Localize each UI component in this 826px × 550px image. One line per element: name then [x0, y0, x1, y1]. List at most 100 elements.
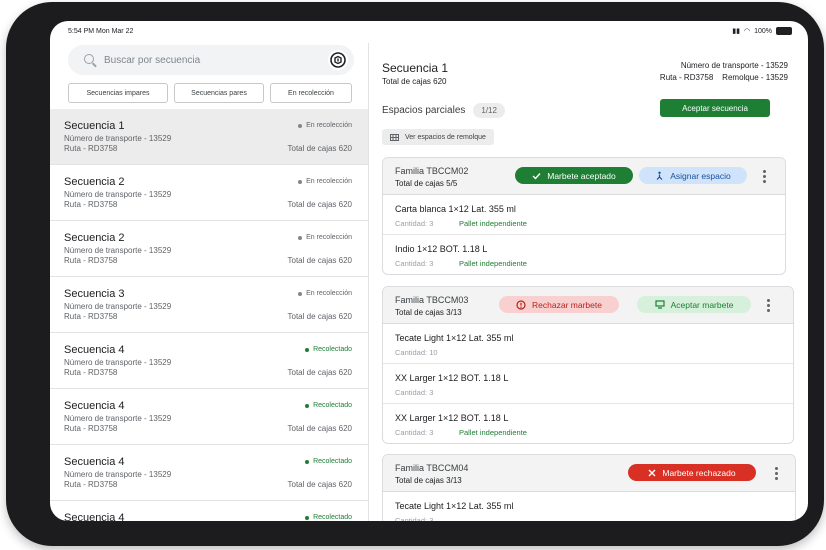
status-label: En recolección — [306, 178, 352, 185]
sequence-list-pane: Secuencias impares Secuencias pares En r… — [50, 43, 369, 521]
family-action-button[interactable]: Aceptar marbete — [637, 296, 751, 313]
family-card-header: Familia TBCCM02 Total de cajas 5/5 Marbete… — [383, 158, 785, 195]
sequence-transport: Número de transporte - 13529 — [64, 470, 172, 479]
status-dot-icon — [305, 403, 310, 408]
sequence-route: Ruta - RD3758 — [64, 200, 118, 209]
sequence-transport: Número de transporte - 13529 — [64, 414, 172, 423]
family-card-header: Familia TBCCM03 Total de cajas 3/13 Rechaz… — [383, 287, 793, 324]
status-time: 5:54 PM Mon Mar 22 — [68, 28, 134, 35]
status-label: En recolección — [306, 234, 352, 241]
family-action-button[interactable]: Marbete aceptado — [515, 167, 633, 184]
family-card: Familia TBCCM03 Total de cajas 3/13 Rechaz… — [382, 286, 794, 444]
sequence-total: Total de cajas 620 — [287, 312, 353, 321]
more-options-icon[interactable] — [775, 467, 778, 480]
sequence-list-item[interactable]: Secuencia 4 Número de transporte - 13529 R… — [50, 333, 368, 389]
status-dot-icon — [298, 179, 303, 184]
filter-collecting-button[interactable]: En recolección — [270, 83, 352, 103]
family-card: Familia TBCCM02 Total de cajas 5/5 Marbete… — [382, 157, 786, 275]
more-options-icon[interactable] — [763, 170, 766, 183]
battery-icon — [776, 27, 792, 35]
partial-spaces-label: Espacios parciales — [382, 105, 466, 116]
status-bar: 5:54 PM Mon Mar 22 ▮▮ ◠ 100% — [50, 21, 808, 43]
sequence-transport: Número de transporte - 13529 — [64, 302, 172, 311]
family-action-button[interactable]: Marbete rechazado — [628, 464, 756, 481]
status-label: Recolectado — [313, 402, 352, 409]
sequence-title: Secuencia 4 — [64, 400, 125, 412]
status-badge: En recolección — [298, 178, 352, 185]
status-badge: Recolectado — [305, 458, 352, 465]
family-card: Familia TBCCM04 Total de cajas 3/13 Marbet… — [382, 454, 796, 521]
product-name: Indio 1×12 BOT. 1.18 L — [395, 244, 488, 254]
family-name: Familia TBCCM03 — [395, 295, 469, 305]
partial-spaces: Espacios parciales 1/12 — [382, 103, 505, 118]
sequence-total: Total de cajas 620 — [287, 200, 353, 209]
product-quantity: Cantidad: 3 — [395, 219, 434, 228]
sequence-route: Ruta - RD3758 — [64, 480, 118, 489]
status-badge: Recolectado — [305, 346, 352, 353]
family-action-label: Aceptar marbete — [670, 299, 734, 310]
sequence-total: Total de cajas 620 — [287, 368, 353, 377]
sequence-transport: Número de transporte - 13529 — [64, 358, 172, 367]
family-total: Total de cajas 5/5 — [395, 179, 458, 188]
sequence-list-item[interactable]: Secuencia 3 Número de transporte - 13529 R… — [50, 277, 368, 333]
sequence-list-item[interactable]: Secuencia 2 Número de transporte - 13529 R… — [50, 165, 368, 221]
independent-pallet-tag: Pallet independiente — [459, 219, 527, 228]
status-label: Recolectado — [313, 514, 352, 521]
family-action-label: Rechazar marbete — [532, 299, 602, 310]
status-badge: Recolectado — [305, 402, 352, 409]
scan-logo-icon[interactable] — [328, 50, 348, 70]
family-card-header: Familia TBCCM04 Total de cajas 3/13 Marbet… — [383, 455, 795, 492]
status-badge: En recolección — [298, 122, 352, 129]
sequence-list-item[interactable]: Secuencia 4 Recolectado — [50, 501, 368, 521]
family-action-label: Marbete rechazado — [662, 467, 736, 478]
status-dot-icon — [305, 515, 310, 520]
status-label: En recolección — [306, 290, 352, 297]
status-badge: En recolección — [298, 290, 352, 297]
independent-pallet-tag: Pallet independiente — [459, 259, 527, 268]
detail-title: Secuencia 1 — [382, 61, 449, 75]
more-options-icon[interactable] — [767, 299, 770, 312]
product-quantity: Cantidad: 3 — [395, 428, 434, 437]
product-row: Tecate Light 1×12 Lat. 355 ml Cantidad: 3 — [383, 492, 795, 521]
product-row: Indio 1×12 BOT. 1.18 L Cantidad: 3 Pallet … — [383, 235, 785, 274]
check-icon — [532, 172, 541, 180]
product-quantity: Cantidad: 10 — [395, 348, 438, 357]
sequence-route: Ruta - RD3758 — [64, 424, 118, 433]
status-badge: En recolección — [298, 234, 352, 241]
sequence-total: Total de cajas 620 — [287, 144, 353, 153]
product-name: XX Larger 1×12 BOT. 1.18 L — [395, 373, 509, 383]
family-action-button[interactable]: Asignar espacio — [639, 167, 747, 184]
status-dot-icon — [298, 291, 303, 296]
sequence-title: Secuencia 3 — [64, 288, 125, 300]
family-action-button[interactable]: Rechazar marbete — [499, 296, 619, 313]
family-action-label: Asignar espacio — [670, 170, 731, 181]
filter-odd-button[interactable]: Secuencias impares — [68, 83, 168, 103]
sequence-title: Secuencia 4 — [64, 344, 125, 356]
family-name: Familia TBCCM04 — [395, 463, 469, 473]
filter-even-button[interactable]: Secuencias pares — [174, 83, 264, 103]
sequence-total: Total de cajas 620 — [287, 256, 353, 265]
sequence-title: Secuencia 1 — [64, 120, 125, 132]
sequence-list-item[interactable]: Secuencia 4 Número de transporte - 13529 R… — [50, 389, 368, 445]
grid-icon — [390, 133, 399, 141]
status-dot-icon — [305, 347, 310, 352]
sequence-list-item[interactable]: Secuencia 2 Número de transporte - 13529 R… — [50, 221, 368, 277]
independent-pallet-tag: Pallet independiente — [459, 428, 527, 437]
sequence-list-item[interactable]: Secuencia 1 Número de transporte - 13529 R… — [50, 109, 368, 165]
search-bar[interactable] — [68, 45, 354, 75]
sequence-title: Secuencia 2 — [64, 232, 125, 244]
view-trailer-spaces-button[interactable]: Ver espacios de remolque — [382, 129, 494, 145]
detail-transport: Número de transporte - 13529 — [680, 61, 788, 70]
sequence-transport: Número de transporte - 13529 — [64, 190, 172, 199]
sequence-route: Ruta - RD3758 — [64, 368, 118, 377]
search-input[interactable] — [102, 54, 306, 67]
status-label: Recolectado — [313, 346, 352, 353]
family-total: Total de cajas 3/13 — [395, 476, 462, 485]
sequence-transport: Número de transporte - 13529 — [64, 246, 172, 255]
family-name: Familia TBCCM02 — [395, 166, 469, 176]
status-dot-icon — [305, 459, 310, 464]
sequence-list-item[interactable]: Secuencia 4 Número de transporte - 13529 R… — [50, 445, 368, 501]
filter-chips: Secuencias impares Secuencias pares En r… — [68, 83, 352, 103]
accept-sequence-button[interactable]: Aceptar secuencia — [660, 99, 770, 117]
family-total: Total de cajas 3/13 — [395, 308, 462, 317]
